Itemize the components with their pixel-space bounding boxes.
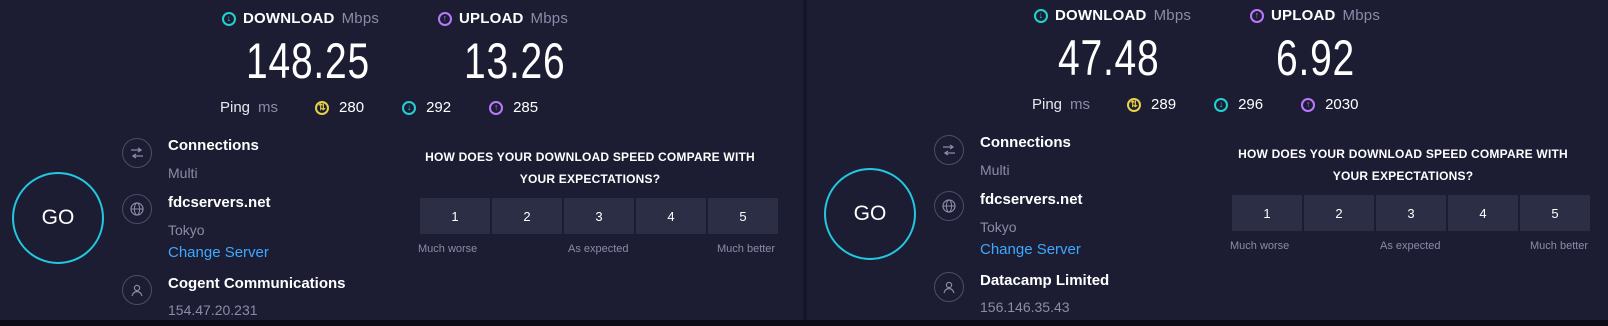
upload-arrow-icon: ↑: [1250, 8, 1264, 23]
change-server-link[interactable]: Change Server: [980, 241, 1081, 258]
ping-idle: ⇅ 289: [1127, 96, 1176, 113]
ping-idle-icon: ⇅: [315, 100, 330, 115]
upload-header: ↑ UPLOAD Mbps: [1250, 7, 1380, 24]
ping-upload-icon: ↑: [489, 100, 504, 115]
server-location: Tokyo: [168, 222, 205, 238]
isp-name: Cogent Communications: [168, 275, 346, 292]
download-arrow-icon: ↓: [222, 11, 236, 26]
ping-upload: ↑ 285: [489, 99, 538, 116]
rating-scale: 1 2 3 4 5: [420, 198, 778, 234]
globe-icon: [934, 191, 964, 221]
rating-option-2[interactable]: 2: [492, 198, 562, 234]
upload-header: ↑ UPLOAD Mbps: [438, 10, 568, 27]
scale-label-mid: As expected: [568, 243, 629, 255]
connections-icon: [934, 135, 964, 165]
isp-ip: 154.47.20.231: [168, 302, 258, 318]
ping-download: ↓ 292: [402, 99, 451, 116]
change-server-link[interactable]: Change Server: [168, 244, 269, 261]
rating-scale: 1 2 3 4 5: [1232, 195, 1590, 231]
go-button[interactable]: GO: [12, 172, 104, 264]
connections-icon: [122, 138, 152, 168]
download-speed-value: 47.48: [1058, 30, 1160, 86]
ping-download: ↓ 296: [1214, 96, 1263, 113]
user-icon: [934, 272, 964, 302]
connections-title: Connections: [980, 134, 1071, 151]
bottom-bar: [0, 320, 1608, 326]
ping-idle-icon: ⇅: [1127, 97, 1142, 112]
speedtest-panel-right: ↓ DOWNLOAD Mbps 47.48 ↑ UPLOAD Mbps 6.92…: [807, 0, 1608, 320]
isp-name: Datacamp Limited: [980, 272, 1110, 289]
download-speed-value: 148.25: [246, 33, 370, 89]
ping-download-icon: ↓: [1214, 97, 1229, 112]
server-name: fdcservers.net: [980, 191, 1083, 208]
ping-upload-icon: ↑: [1301, 97, 1316, 112]
ping-row: Ping ms ⇅ 280 ↓ 292 ↑ 285: [220, 99, 539, 116]
rating-option-3[interactable]: 3: [1376, 195, 1446, 231]
connections-value: Multi: [980, 162, 1010, 178]
ping-idle: ⇅ 280: [315, 99, 364, 116]
ping-upload: ↑ 2030: [1301, 96, 1358, 113]
scale-label-low: Much worse: [418, 243, 478, 255]
rating-option-3[interactable]: 3: [564, 198, 634, 234]
rating-option-1[interactable]: 1: [420, 198, 490, 234]
rating-option-1[interactable]: 1: [1232, 195, 1302, 231]
download-arrow-icon: ↓: [1034, 8, 1048, 23]
download-header: ↓ DOWNLOAD Mbps: [222, 10, 379, 27]
rating-option-2[interactable]: 2: [1304, 195, 1374, 231]
scale-label-low: Much worse: [1230, 240, 1290, 252]
ping-row: Ping ms ⇅ 289 ↓ 296 ↑ 2030: [1032, 96, 1359, 113]
survey-question: HOW DOES YOUR DOWNLOAD SPEED COMPARE WIT…: [1238, 147, 1568, 183]
user-icon: [122, 275, 152, 305]
speedtest-panel-left: ↓ DOWNLOAD Mbps 148.25 ↑ UPLOAD Mbps 13.…: [0, 0, 803, 320]
scale-label-high: Much better: [717, 243, 776, 255]
upload-speed-value: 13.26: [464, 33, 566, 89]
upload-speed-value: 6.92: [1276, 30, 1356, 86]
upload-arrow-icon: ↑: [438, 11, 452, 26]
go-button[interactable]: GO: [824, 168, 916, 260]
survey-question: HOW DOES YOUR DOWNLOAD SPEED COMPARE WIT…: [425, 150, 755, 186]
rating-option-4[interactable]: 4: [636, 198, 706, 234]
ping-download-icon: ↓: [402, 100, 417, 115]
globe-icon: [122, 194, 152, 224]
connections-value: Multi: [168, 165, 198, 181]
rating-option-5[interactable]: 5: [1520, 195, 1590, 231]
download-header: ↓ DOWNLOAD Mbps: [1034, 7, 1191, 24]
scale-label-high: Much better: [1530, 240, 1589, 252]
rating-option-5[interactable]: 5: [708, 198, 778, 234]
isp-ip: 156.146.35.43: [980, 299, 1070, 315]
server-location: Tokyo: [980, 219, 1017, 235]
scale-label-mid: As expected: [1380, 240, 1441, 252]
connections-title: Connections: [168, 137, 259, 154]
server-name: fdcservers.net: [168, 194, 271, 211]
rating-option-4[interactable]: 4: [1448, 195, 1518, 231]
